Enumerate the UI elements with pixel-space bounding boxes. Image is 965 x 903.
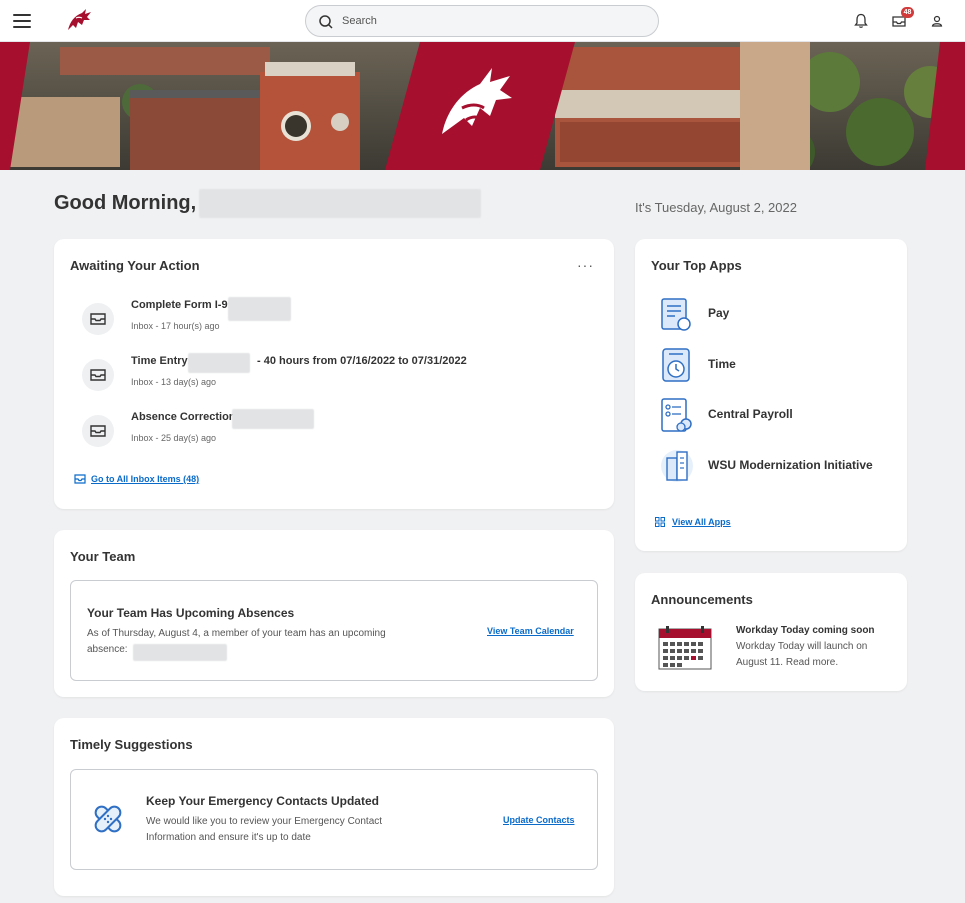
announcement-text-2: August 11. Read more.: [736, 657, 839, 668]
pay-icon: [661, 298, 691, 331]
emergency-contacts-title: Keep Your Emergency Contacts Updated: [146, 794, 379, 808]
announcement-text: Workday Today will launch on: [736, 641, 868, 652]
inbox-task-time-entry[interactable]: Time Entry: - 40 hours from 07/16/2022 t…: [82, 351, 602, 401]
announcement-headline[interactable]: Workday Today coming soon: [736, 625, 875, 636]
app-label[interactable]: WSU Modernization Initiative: [708, 458, 873, 472]
modernization-icon: [661, 450, 693, 482]
task-title[interactable]: Absence Correction:: [131, 411, 239, 423]
search-bar[interactable]: [305, 5, 659, 37]
app-time[interactable]: Time: [659, 345, 899, 385]
view-all-apps-link[interactable]: View All Apps: [672, 517, 731, 527]
task-timestamp: Inbox - 13 day(s) ago: [131, 377, 217, 387]
your-team-card: Your Team Your Team Has Upcoming Absence…: [54, 530, 614, 697]
timely-suggestions-title: Timely Suggestions: [70, 737, 193, 752]
wsu-logo[interactable]: [64, 6, 94, 36]
task-title-suffix: - 40 hours from 07/16/2022 to 07/31/2022: [257, 355, 467, 367]
announcements-title: Announcements: [651, 592, 753, 607]
redacted-employee-name: [228, 297, 291, 321]
app-label[interactable]: Central Payroll: [708, 407, 793, 421]
search-icon: [319, 15, 333, 29]
calendar-announcement-icon: [658, 626, 712, 670]
awaiting-action-title: Awaiting Your Action: [70, 258, 200, 273]
upcoming-absences-text-2: absence:: [87, 644, 128, 655]
inbox-link-icon: [74, 474, 86, 484]
task-timestamp: Inbox - 25 day(s) ago: [131, 433, 217, 443]
all-inbox-items-link[interactable]: Go to All Inbox Items (48): [91, 474, 199, 484]
app-wsu-modernization[interactable]: WSU Modernization Initiative: [659, 446, 899, 486]
grid-icon: [655, 517, 665, 527]
notifications-bell-icon[interactable]: [852, 12, 870, 30]
redacted-team-member: [133, 644, 227, 661]
app-label[interactable]: Time: [708, 357, 736, 371]
emergency-contacts-box: Keep Your Emergency Contacts Updated We …: [70, 769, 598, 870]
view-team-calendar-link[interactable]: View Team Calendar: [487, 626, 574, 636]
bandage-icon: [94, 805, 122, 833]
redacted-user-name: [199, 189, 481, 218]
inbox-tray-icon: [82, 359, 114, 391]
upcoming-absences-box: Your Team Has Upcoming Absences As of Th…: [70, 580, 598, 681]
more-options-icon[interactable]: ···: [577, 257, 594, 273]
announcements-card: Announcements Workday Today coming soon …: [635, 573, 907, 691]
redacted-employee-name: [232, 409, 314, 429]
top-bar: 48: [0, 0, 965, 42]
redacted-employee-name: [188, 353, 250, 373]
time-icon: [662, 348, 690, 382]
inbox-task-absence-correction[interactable]: Absence Correction: Inbox - 25 day(s) ag…: [82, 407, 602, 457]
update-contacts-link[interactable]: Update Contacts: [503, 815, 575, 825]
campus-banner-image: [0, 42, 965, 170]
profile-icon[interactable]: [928, 12, 946, 30]
greeting-heading: Good Morning,: [54, 192, 197, 214]
upcoming-absences-title: Your Team Has Upcoming Absences: [87, 606, 295, 620]
upcoming-absences-text: As of Thursday, August 4, a member of yo…: [87, 628, 386, 639]
emergency-contacts-text: We would like you to review your Emergen…: [146, 816, 383, 827]
top-apps-title: Your Top Apps: [651, 258, 742, 273]
awaiting-action-card: Awaiting Your Action ··· Complete Form I…: [54, 239, 614, 509]
task-title[interactable]: Time Entry:: [131, 355, 191, 367]
current-date: It's Tuesday, August 2, 2022: [635, 200, 797, 215]
inbox-count-badge: 48: [901, 7, 914, 18]
emergency-contacts-text-2: Information and ensure it's up to date: [146, 832, 311, 843]
central-payroll-icon: [661, 398, 692, 432]
task-timestamp: Inbox - 17 hour(s) ago: [131, 321, 220, 331]
top-apps-card: Your Top Apps Pay Time Central Payroll W…: [635, 239, 907, 551]
task-title[interactable]: Complete Form I-9:: [131, 299, 231, 311]
search-input[interactable]: [342, 12, 642, 30]
menu-icon[interactable]: [13, 14, 31, 28]
inbox-tray-icon: [82, 415, 114, 447]
app-central-payroll[interactable]: Central Payroll: [659, 395, 899, 435]
app-label[interactable]: Pay: [708, 306, 729, 320]
timely-suggestions-card: Timely Suggestions Keep Your Emergency C…: [54, 718, 614, 896]
your-team-title: Your Team: [70, 549, 136, 564]
inbox-task-i9[interactable]: Complete Form I-9: Inbox - 17 hour(s) ag…: [82, 295, 602, 345]
app-pay[interactable]: Pay: [659, 294, 899, 334]
inbox-tray-icon: [82, 303, 114, 335]
